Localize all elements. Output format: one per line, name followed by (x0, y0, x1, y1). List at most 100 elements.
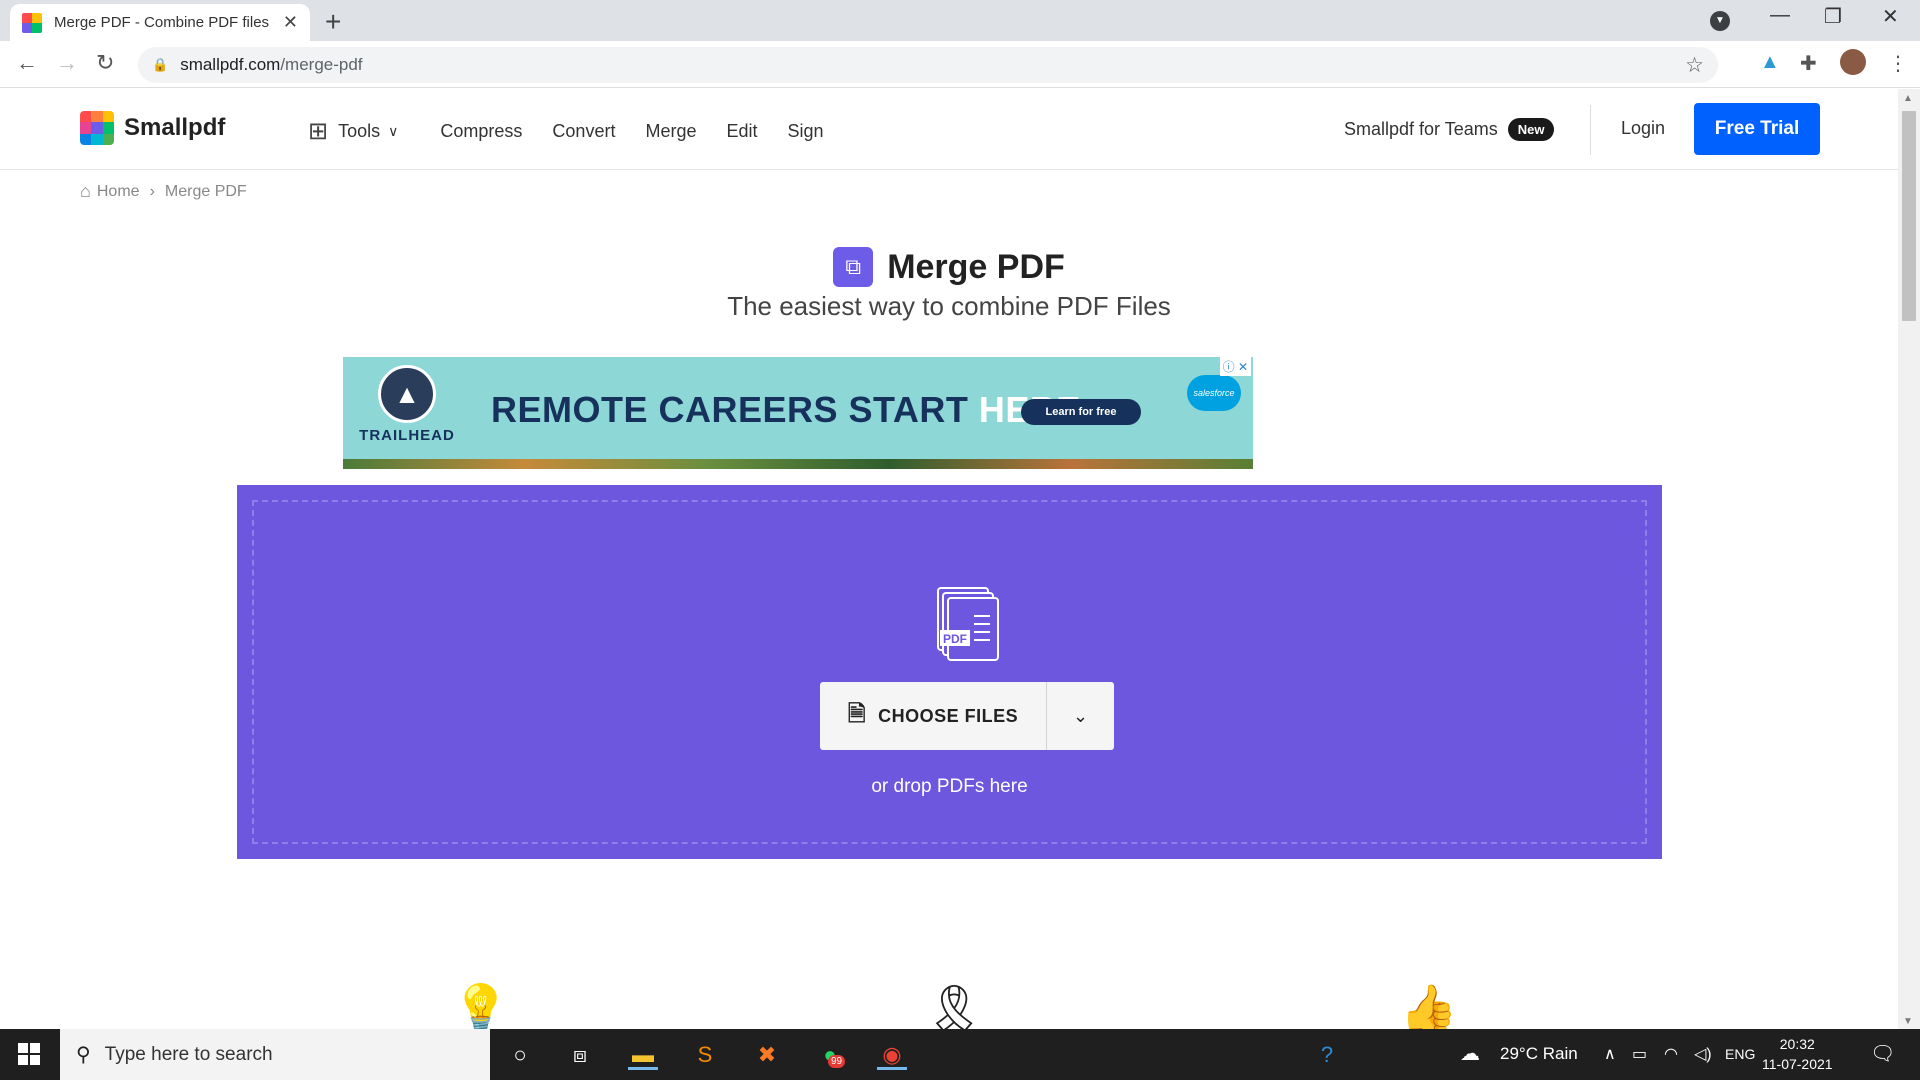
scrollbar-thumb[interactable] (1902, 111, 1916, 321)
thumbs-up-icon: 👍 (1400, 982, 1458, 1029)
nav-convert[interactable]: Convert (552, 121, 615, 142)
award-ribbon-icon: 🎗 (925, 982, 984, 1029)
new-tab-icon[interactable]: + (325, 6, 341, 38)
extensions-puzzle-icon[interactable]: ✚ (1800, 51, 1817, 76)
close-tab-icon[interactable]: ✕ (283, 12, 298, 33)
breadcrumb-home[interactable]: Home (97, 183, 140, 201)
restore-icon[interactable]: ❐ (1824, 4, 1842, 29)
chevron-down-icon: ∨ (388, 123, 399, 139)
cortana-icon[interactable]: ○ (505, 1040, 535, 1070)
windows-taskbar: ⚲ Type here to search ○ ⧈ ▬ S ✖ ● 99 ◉ ?… (0, 1029, 1920, 1080)
nav-edit[interactable]: Edit (726, 121, 757, 142)
page-heading: ⧉ Merge PDF The easiest way to combine P… (0, 247, 1898, 322)
ad-image-strip (343, 459, 1253, 469)
tools-menu-button[interactable]: ⊞ Tools ∨ (308, 117, 398, 146)
nav-merge[interactable]: Merge (645, 121, 696, 142)
ad-headline: REMOTE CAREERS START HERE. (491, 389, 1091, 430)
volume-icon[interactable]: ◁) (1694, 1044, 1712, 1064)
breadcrumb-current: Merge PDF (164, 182, 247, 200)
file-dropzone[interactable]: PDF 🗎 CHOOSE FILES ⌄ or drop PDFs here (237, 485, 1662, 859)
battery-icon[interactable]: ▭ (1632, 1044, 1647, 1064)
site-header: Smallpdf ⊞ Tools ∨ Compress Convert Merg… (0, 89, 1898, 170)
main-nav: ⊞ Tools ∨ Compress Convert Merge Edit Si… (308, 117, 854, 146)
address-bar[interactable]: 🔒 smallpdf.com/merge-pdf ☆ (138, 47, 1718, 83)
browser-toolbar: ← → ↻ 🔒 smallpdf.com/merge-pdf ☆ ▲ ✚ ⋮ (0, 41, 1920, 88)
choose-files-control: 🗎 CHOOSE FILES ⌄ (820, 682, 1114, 750)
taskbar-search[interactable]: ⚲ Type here to search (60, 1029, 490, 1080)
drop-hint: or drop PDFs here (871, 776, 1028, 797)
nav-compress[interactable]: Compress (440, 121, 522, 142)
back-icon[interactable]: ← (16, 50, 38, 76)
brand-name: Smallpdf (124, 114, 226, 141)
tab-title: Merge PDF - Combine PDF files o (54, 14, 274, 31)
language-indicator[interactable]: ENG (1725, 1046, 1755, 1062)
svg-text:PDF: PDF (943, 632, 967, 646)
windows-start-icon[interactable] (18, 1043, 40, 1065)
browser-tab[interactable]: Merge PDF - Combine PDF files o ✕ (10, 4, 310, 41)
tray-chevron-up-icon[interactable]: ∧ (1604, 1044, 1616, 1064)
taskbar-clock[interactable]: 20:32 11-07-2021 (1762, 1034, 1833, 1074)
breadcrumb-separator: › (149, 182, 155, 200)
ad-banner[interactable]: ▲ TRAILHEAD REMOTE CAREERS START HERE. L… (343, 357, 1253, 469)
extension-icon[interactable]: ▲ (1760, 51, 1780, 74)
browser-tab-strip: Merge PDF - Combine PDF files o ✕ + ▼ — … (0, 0, 1920, 41)
choose-files-button[interactable]: 🗎 CHOOSE FILES (820, 682, 1046, 750)
help-icon[interactable]: ? (1312, 1040, 1342, 1070)
file-explorer-icon[interactable]: ▬ (628, 1040, 658, 1070)
wifi-icon[interactable]: ◠ (1664, 1044, 1678, 1064)
weather-text[interactable]: 29°C Rain (1500, 1044, 1578, 1064)
url-text: smallpdf.com/merge-pdf (180, 55, 363, 74)
header-divider (1590, 105, 1591, 155)
login-link[interactable]: Login (1621, 118, 1665, 139)
web-page: Smallpdf ⊞ Tools ∨ Compress Convert Merg… (0, 89, 1898, 1029)
reload-icon[interactable]: ↻ (96, 50, 114, 76)
salesforce-logo: salesforce (1187, 375, 1241, 411)
teams-label: Smallpdf for Teams (1344, 119, 1498, 139)
minimize-icon[interactable]: — (1770, 4, 1790, 27)
chrome-icon[interactable]: ◉ (877, 1040, 907, 1070)
adchoices-icon[interactable]: ⓘ ✕ (1219, 357, 1251, 376)
scroll-up-icon[interactable]: ▲ (1903, 93, 1913, 104)
clock-date: 11-07-2021 (1762, 1056, 1833, 1072)
ad-brand: TRAILHEAD (359, 427, 455, 444)
smallpdf-logo[interactable]: Smallpdf (80, 111, 225, 145)
weather-icon[interactable]: ☁ (1460, 1041, 1480, 1066)
tab-search-icon[interactable]: ▼ (1710, 11, 1730, 31)
bookmark-star-icon[interactable]: ☆ (1685, 53, 1704, 78)
dropzone-dashed-border: PDF 🗎 CHOOSE FILES ⌄ or drop PDFs here (252, 500, 1647, 844)
ad-cta-button[interactable]: Learn for free (1021, 399, 1141, 425)
chevron-down-icon: ⌄ (1072, 705, 1089, 726)
breadcrumb: ⌂ Home › Merge PDF (80, 181, 247, 202)
page-scrollbar[interactable]: ▲ ▼ (1898, 89, 1920, 1029)
forward-icon[interactable]: → (56, 50, 78, 76)
close-window-icon[interactable]: ✕ (1882, 4, 1899, 29)
chrome-menu-icon[interactable]: ⋮ (1888, 51, 1908, 76)
clock-time: 20:32 (1779, 1036, 1815, 1052)
xampp-icon[interactable]: ✖ (752, 1040, 782, 1070)
smallpdf-logo-icon (80, 111, 114, 145)
tools-label: Tools (338, 121, 381, 141)
lock-icon[interactable]: 🔒 (152, 57, 168, 73)
trailhead-logo: ▲ TRAILHEAD (357, 365, 457, 444)
lightbulb-icon: 💡 (452, 982, 510, 1029)
taskbar-search-placeholder: Type here to search (104, 1043, 273, 1065)
grid-icon: ⊞ (308, 118, 329, 145)
free-trial-button[interactable]: Free Trial (1694, 103, 1820, 155)
task-view-icon[interactable]: ⧈ (565, 1040, 595, 1070)
choose-source-dropdown[interactable]: ⌄ (1046, 682, 1114, 750)
new-badge: New (1507, 118, 1555, 141)
home-icon: ⌂ (80, 181, 91, 201)
teams-link[interactable]: Smallpdf for Teams New (1344, 118, 1555, 141)
nav-sign[interactable]: Sign (788, 121, 824, 142)
choose-files-label: CHOOSE FILES (878, 705, 1019, 726)
add-file-icon: 🗎 (847, 701, 867, 726)
search-icon: ⚲ (76, 1044, 91, 1066)
scroll-down-icon[interactable]: ▼ (1903, 1016, 1913, 1027)
whatsapp-badge: 99 (828, 1055, 846, 1068)
notifications-icon[interactable]: 🗨 (1870, 1041, 1895, 1066)
sublime-text-icon[interactable]: S (690, 1040, 720, 1070)
merge-pdf-icon: ⧉ (833, 247, 874, 287)
smallpdf-favicon-icon (22, 12, 42, 33)
profile-avatar[interactable] (1840, 49, 1866, 75)
page-subtitle: The easiest way to combine PDF Files (727, 291, 1171, 321)
